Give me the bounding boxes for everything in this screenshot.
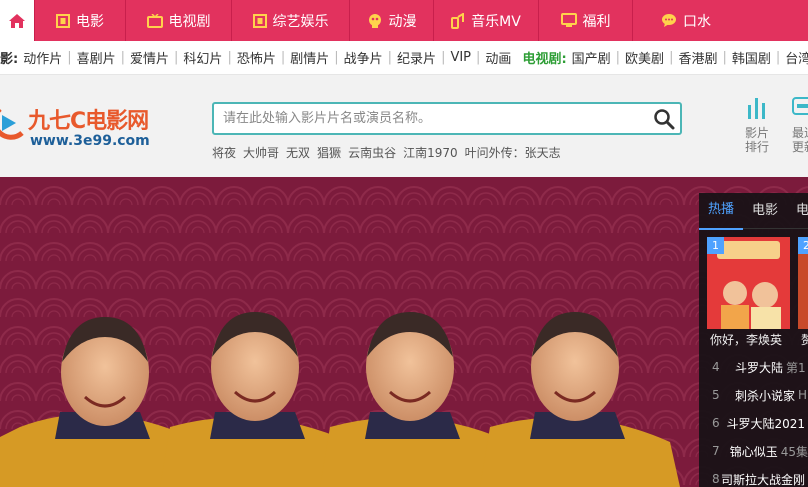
list-item[interactable]: 8 司斯拉大战金刚 (699, 465, 808, 487)
nav-label: 电视剧 (168, 13, 211, 30)
list-extra: H (798, 388, 808, 402)
list-rank: 8 (712, 472, 720, 486)
hot-list: 4 斗罗大陆 第1 5 刺杀小说家 H 6 斗罗大陆2021 7 锦心似玉 45… (699, 353, 808, 487)
film-icon (252, 13, 267, 28)
hero-banner[interactable] (0, 177, 808, 487)
list-rank: 6 (712, 416, 720, 430)
category-link[interactable]: 剧情片 (285, 48, 334, 67)
tv-icon (146, 13, 163, 28)
featured-list: 1 你好，李焕英 2 赘婿 (707, 237, 808, 347)
logo-text: 九七C电影网 (28, 109, 149, 134)
site-header: 九七C电影网 www.3e99.com 将夜 大帅哥 无双 猖獗 云南虫谷 江南… (0, 75, 808, 177)
category-link[interactable]: 欧美剧 (620, 48, 669, 67)
home-icon (9, 13, 25, 28)
hot-word-link[interactable]: 云南虫谷 (348, 144, 396, 161)
featured-title: 赘婿 (801, 333, 808, 347)
top-nav: 电影 电视剧 综艺娱乐 动漫 音乐MV 福利 口水 (0, 0, 808, 41)
nav-label: 电影 (76, 13, 104, 30)
rank-badge: 1 (707, 237, 724, 254)
newest-label: 更新 (792, 140, 808, 154)
home-button[interactable] (0, 0, 34, 41)
banner-image (0, 177, 808, 487)
hot-word-link[interactable]: 江南1970 (403, 144, 458, 161)
list-title: 锦心似玉 (729, 444, 778, 459)
category-link[interactable]: 喜剧片 (72, 48, 121, 67)
chat-icon (662, 14, 676, 27)
category-bar: 影: 动作片 | 喜剧片 | 爱情片 | 科幻片 | 恐怖片 | 剧情片 | 战争片 | 纪录… (0, 41, 808, 75)
list-rank: 4 (712, 360, 720, 374)
tab-movie[interactable]: 电影 (743, 193, 787, 229)
category-link[interactable]: 动作片 (18, 48, 67, 67)
tab-tv[interactable]: 电 (787, 193, 808, 229)
list-extra: 第1 (786, 360, 806, 375)
hot-tabs: 热播 电影 电 (699, 193, 808, 230)
nav-music[interactable]: 音乐MV (433, 0, 538, 41)
film-icon (56, 13, 70, 28)
list-title: 斗罗大陆 (735, 360, 784, 375)
featured-title: 你好，李焕英 (710, 333, 783, 347)
nav-anime[interactable]: 动漫 (349, 0, 433, 41)
list-item[interactable]: 7 锦心似玉 45集 (699, 437, 808, 465)
rank-label: 影片 (744, 126, 769, 140)
list-rank: 5 (712, 388, 720, 402)
category-link[interactable]: 爱情片 (125, 48, 174, 67)
hot-ranking-panel: 热播 电影 电 1 你好，李焕英 2 赘婿 (699, 193, 808, 487)
search-icon[interactable] (653, 108, 675, 130)
logo-url: www.3e99.com (30, 133, 150, 149)
category-link[interactable]: 台湾剧 (780, 48, 808, 67)
play-logo-icon (0, 109, 24, 140)
category-link[interactable]: 纪录片 (392, 48, 441, 67)
category-link[interactable]: 战争片 (339, 48, 388, 67)
nav-tv[interactable]: 电视剧 (125, 0, 231, 41)
nav-label: 福利 (582, 13, 611, 30)
list-extra: 45集 (780, 444, 808, 459)
nav-label: 综艺娱乐 (272, 13, 329, 30)
list-item[interactable]: 6 斗罗大陆2021 (699, 409, 808, 437)
list-title: 司斯拉大战金刚 (720, 472, 805, 487)
hot-word-link[interactable]: 无双 (286, 144, 310, 161)
list-title: 斗罗大陆2021 (726, 416, 805, 431)
category-link[interactable]: 国产剧 (567, 48, 616, 67)
category-link[interactable]: 恐怖片 (232, 48, 281, 67)
hot-search-words: 将夜 大帅哥 无双 猖獗 云南虫谷 江南1970 叶问外传：张天志 (212, 144, 561, 161)
rank-badge: 2 (798, 237, 808, 254)
tv-category-label: 电视剧: (522, 52, 567, 67)
category-link[interactable]: 动画 (480, 48, 516, 67)
hot-word-link[interactable]: 将夜 (212, 144, 236, 161)
search-box (212, 102, 682, 135)
nav-variety[interactable]: 综艺娱乐 (231, 0, 349, 41)
nav-movie[interactable]: 电影 (34, 0, 125, 41)
movie-category-label: 影: (0, 52, 19, 67)
nav-label: 动漫 (388, 13, 417, 30)
newest-link[interactable]: 最近 更新 (792, 95, 808, 154)
nav-label: 口水 (683, 13, 711, 30)
search-input[interactable] (214, 104, 634, 133)
list-item[interactable]: 4 斗罗大陆 第1 (699, 353, 808, 381)
nav-label: 音乐MV (471, 13, 521, 30)
featured-item[interactable]: 1 你好，李焕英 (707, 237, 790, 347)
hot-word-link[interactable]: 叶问外传：张天志 (465, 144, 561, 161)
hot-word-link[interactable]: 大帅哥 (243, 144, 279, 161)
list-title: 刺杀小说家 (735, 388, 796, 403)
site-logo[interactable]: 九七C电影网 www.3e99.com (0, 101, 190, 157)
rank-link[interactable]: 影片 排行 (740, 95, 774, 154)
list-rank: 7 (712, 444, 720, 458)
monitor-icon (560, 13, 577, 27)
nav-chat[interactable]: 口水 (632, 0, 808, 41)
tab-hot[interactable]: 热播 (699, 193, 744, 230)
category-link[interactable]: 韩国剧 (727, 48, 776, 67)
featured-item[interactable]: 2 赘婿 (798, 237, 808, 347)
category-link[interactable]: 香港剧 (673, 48, 722, 67)
rank-label: 排行 (744, 140, 769, 154)
bar-chart-icon (748, 98, 765, 119)
category-link[interactable]: 科幻片 (178, 48, 227, 67)
newest-label: 最近 (792, 126, 808, 140)
list-item[interactable]: 5 刺杀小说家 H (699, 381, 808, 409)
music-icon (451, 12, 465, 29)
anime-icon (368, 13, 381, 28)
new-badge-icon (792, 97, 808, 115)
hot-word-link[interactable]: 猖獗 (317, 144, 341, 161)
category-link[interactable]: VIP (445, 50, 476, 65)
nav-welfare[interactable]: 福利 (538, 0, 632, 41)
